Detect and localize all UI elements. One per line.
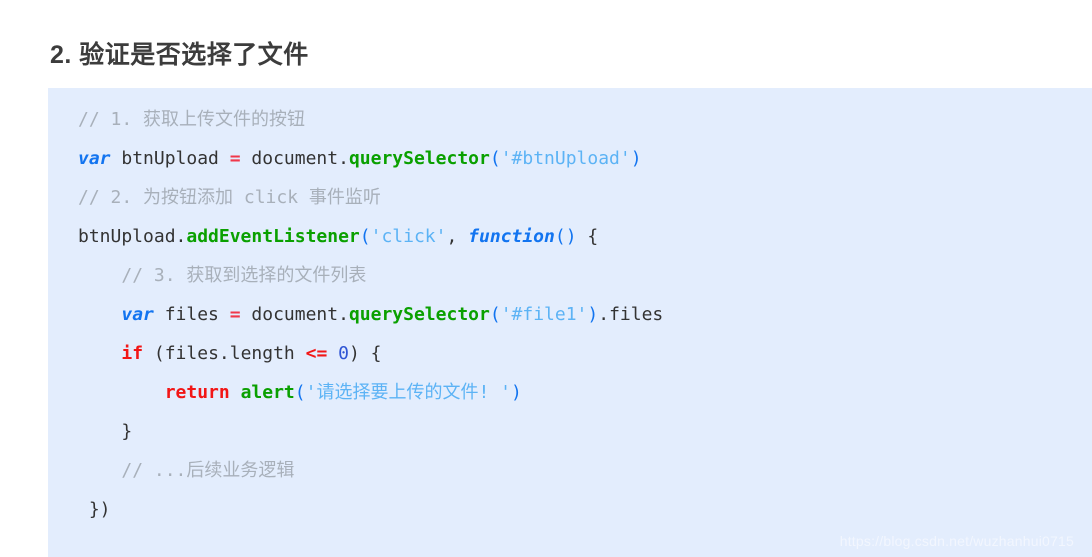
code-line: // 1. 获取上传文件的按钮 xyxy=(48,100,1092,139)
code-token-plain: (files.length xyxy=(143,343,306,364)
code-token-control: <= xyxy=(305,343,328,364)
code-line: }) xyxy=(48,490,1092,529)
code-token-plain: files xyxy=(153,304,230,325)
code-token-control: return xyxy=(164,382,230,403)
code-token-string: '请选择要上传的文件! ' xyxy=(305,382,511,403)
code-line: var btnUpload = document.querySelector('… xyxy=(48,139,1092,178)
code-token-punct: ( xyxy=(489,304,501,325)
code-token-plain: { xyxy=(576,226,599,247)
code-token-func: addEventListener xyxy=(186,226,360,247)
code-token-plain: btnUpload xyxy=(110,148,230,169)
page-root: 2. 验证是否选择了文件 // 1. 获取上传文件的按钮 var btnUploa… xyxy=(0,0,1092,557)
code-line: // 2. 为按钮添加 click 事件监听 xyxy=(48,178,1092,217)
code-token-plain: document. xyxy=(240,304,349,325)
page-title: 2. 验证是否选择了文件 xyxy=(50,40,309,69)
code-token-plain: btnUpload. xyxy=(78,226,187,247)
code-token-plain: } xyxy=(121,421,133,442)
code-token-comment: // 2. 为按钮添加 click 事件监听 xyxy=(78,187,381,208)
code-token-string: '#btnUpload' xyxy=(500,148,631,169)
code-line: // 3. 获取到选择的文件列表 xyxy=(48,256,1092,295)
code-token-func: querySelector xyxy=(348,304,490,325)
code-token-punct: ( xyxy=(359,226,371,247)
code-token-operator: = xyxy=(229,148,241,169)
code-token-punct: ) xyxy=(565,226,577,247)
code-token-plain: document. xyxy=(240,148,349,169)
code-line: if (files.length <= 0) { xyxy=(48,334,1092,373)
code-token-punct: ( xyxy=(554,226,566,247)
code-token-string: '#file1' xyxy=(500,304,588,325)
code-line: btnUpload.addEventListener('click', func… xyxy=(48,217,1092,256)
code-token-plain: }) xyxy=(88,499,111,520)
code-token-plain: .files xyxy=(598,304,664,325)
code-line: } xyxy=(48,412,1092,451)
code-token-keyword: var xyxy=(78,148,111,169)
code-token-keyword: var xyxy=(121,304,154,325)
code-token-operator: = xyxy=(229,304,241,325)
code-block[interactable]: // 1. 获取上传文件的按钮 var btnUpload = document.… xyxy=(48,88,1092,557)
code-line: return alert('请选择要上传的文件! ') xyxy=(48,373,1092,412)
code-token-punct: ( xyxy=(489,148,501,169)
code-token-comment: // 1. 获取上传文件的按钮 xyxy=(78,109,306,130)
code-token-plain: ) { xyxy=(348,343,382,364)
code-token-punct: ( xyxy=(294,382,306,403)
code-token-plain: , xyxy=(446,226,469,247)
code-token-func: alert xyxy=(240,382,295,403)
code-token-number: 0 xyxy=(338,343,349,364)
code-token-control: if xyxy=(121,343,144,364)
code-token-comment: // ...后续业务逻辑 xyxy=(121,460,295,481)
code-token-punct: ) xyxy=(630,148,642,169)
code-token-comment: // 3. 获取到选择的文件列表 xyxy=(121,265,367,286)
code-token-punct: ) xyxy=(587,304,599,325)
code-line: var files = document.querySelector('#fil… xyxy=(48,295,1092,334)
code-token-string: 'click' xyxy=(370,226,447,247)
code-line: // ...后续业务逻辑 xyxy=(48,451,1092,490)
watermark: https://blog.csdn.net/wuzhanhui0715 xyxy=(839,533,1074,549)
code-token-punct: ) xyxy=(510,382,522,403)
code-lines-container: // 1. 获取上传文件的按钮 var btnUpload = document.… xyxy=(48,88,1092,529)
code-token-keyword: function xyxy=(468,226,555,247)
code-token-func: querySelector xyxy=(348,148,490,169)
